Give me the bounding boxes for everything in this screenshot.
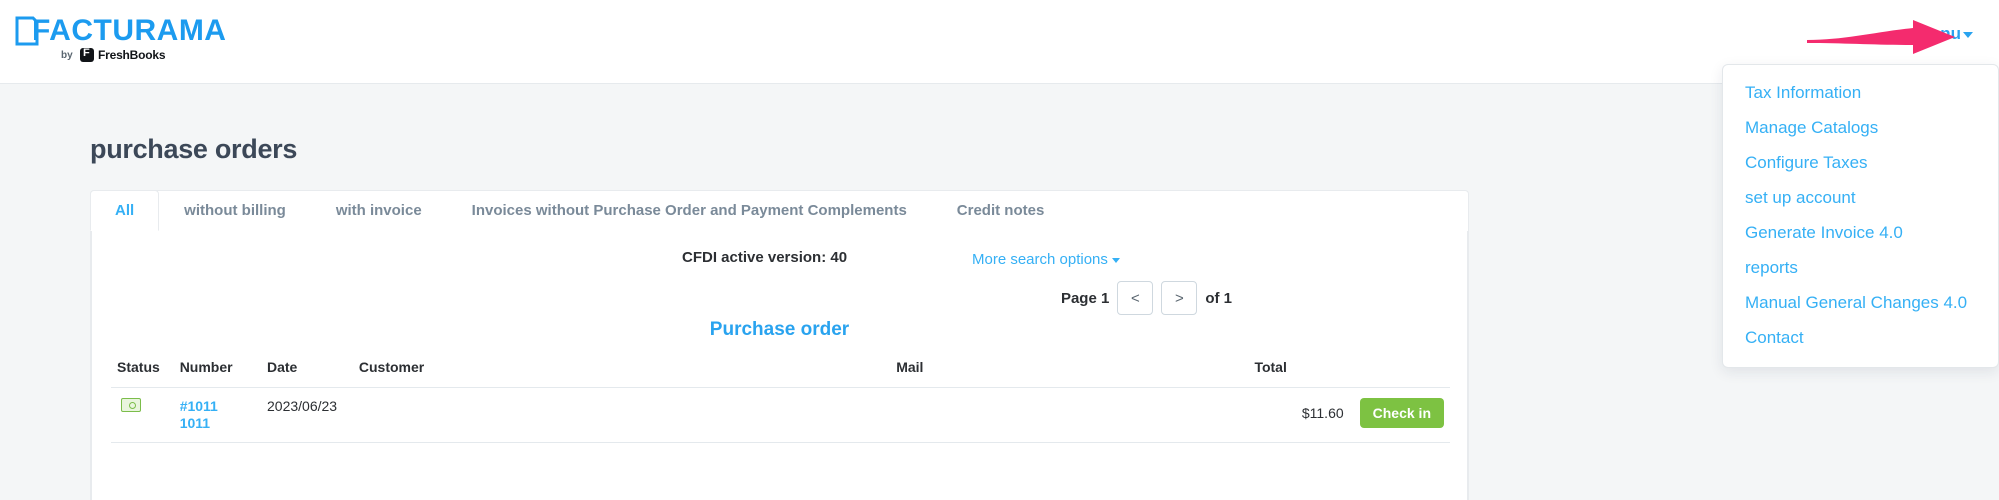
more-search-options-label: More search options: [972, 251, 1108, 268]
tab-with-invoice[interactable]: with invoice: [311, 190, 447, 231]
cell-mail: [890, 387, 1249, 443]
menu-item-manual-general-changes[interactable]: Manual General Changes 4.0: [1723, 285, 1998, 320]
menu-item-reports[interactable]: reports: [1723, 250, 1998, 285]
pagination-page-label: Page 1: [1060, 289, 1110, 307]
pagination-prev-button[interactable]: <: [1117, 281, 1154, 315]
cell-total: $11.60 Check in: [1248, 387, 1450, 443]
brand-logo[interactable]: FACTURAMA by FreshBooks: [14, 12, 226, 74]
brand-name: FACTURAMA: [32, 14, 227, 47]
orders-table-head: Status Number Date Customer Mail Total: [111, 353, 1450, 388]
tab-credit-notes[interactable]: Credit notes: [932, 190, 1070, 231]
order-folio-link[interactable]: 1011: [180, 415, 255, 432]
freshbooks-name: FreshBooks: [98, 48, 166, 62]
tab-without-billing[interactable]: without billing: [159, 190, 311, 231]
tab-all[interactable]: All: [90, 190, 160, 231]
money-bill-icon: [121, 398, 141, 412]
cell-status: [111, 387, 174, 443]
column-header-total: Total: [1248, 353, 1450, 388]
page-title: purchase orders: [90, 134, 298, 164]
order-number-link[interactable]: #1011: [180, 398, 255, 415]
orders-card-body: CFDI active version: 40 More search opti…: [91, 231, 1468, 500]
tab-bar: All without billing with invoice Invoice…: [90, 190, 1469, 231]
freshbooks-icon: [80, 47, 94, 62]
cell-customer: [352, 387, 891, 443]
menu-toggle[interactable]: Menu: [1917, 24, 1973, 44]
more-search-options-toggle[interactable]: More search options: [972, 251, 1120, 268]
tab-invoices-without-po[interactable]: Invoices without Purchase Order and Paym…: [447, 190, 932, 231]
menu-item-contact[interactable]: Contact: [1723, 320, 1998, 355]
brand-by-label: by: [61, 50, 73, 61]
column-header-number: Number: [173, 353, 261, 388]
total-and-action: $11.60 Check in: [1302, 398, 1444, 428]
pagination-next-button[interactable]: >: [1161, 281, 1198, 315]
column-header-customer: Customer: [352, 353, 891, 388]
pagination-total-label: of 1: [1205, 289, 1232, 307]
orders-table-body: #1011 1011 2023/06/23 $11.60 Check in: [111, 387, 1450, 443]
section-heading: Purchase order: [709, 319, 850, 340]
check-in-button[interactable]: Check in: [1359, 398, 1444, 428]
menu-item-set-up-account[interactable]: set up account: [1723, 180, 1998, 215]
cell-number: #1011 1011: [173, 387, 261, 443]
column-header-mail: Mail: [890, 353, 1249, 388]
pagination: Page 1 < > of 1: [1061, 281, 1232, 315]
menu-toggle-label: Menu: [1916, 24, 1961, 43]
menu-item-manage-catalogs[interactable]: Manage Catalogs: [1723, 110, 1998, 145]
table-row[interactable]: #1011 1011 2023/06/23 $11.60 Check in: [111, 387, 1450, 443]
table-header-row: Status Number Date Customer Mail Total: [111, 353, 1450, 388]
column-header-date: Date: [261, 353, 353, 388]
order-total-amount: $11.60: [1301, 405, 1344, 421]
freshbooks-badge: FreshBooks: [80, 47, 166, 62]
cell-date: 2023/06/23: [261, 387, 353, 443]
menu-dropdown: Tax Information Manage Catalogs Configur…: [1722, 64, 1999, 368]
column-header-status: Status: [111, 353, 174, 388]
menu-item-tax-information[interactable]: Tax Information: [1723, 75, 1998, 110]
chevron-down-icon: [1963, 31, 1973, 38]
top-bar: FACTURAMA by FreshBooks Menu: [0, 0, 1999, 84]
orders-table: Status Number Date Customer Mail Total #…: [111, 353, 1450, 443]
chevron-down-icon: [1111, 257, 1120, 263]
menu-item-generate-invoice[interactable]: Generate Invoice 4.0: [1723, 215, 1998, 250]
cfdi-active-version: CFDI active version: 40: [682, 249, 848, 266]
menu-item-configure-taxes[interactable]: Configure Taxes: [1723, 145, 1998, 180]
